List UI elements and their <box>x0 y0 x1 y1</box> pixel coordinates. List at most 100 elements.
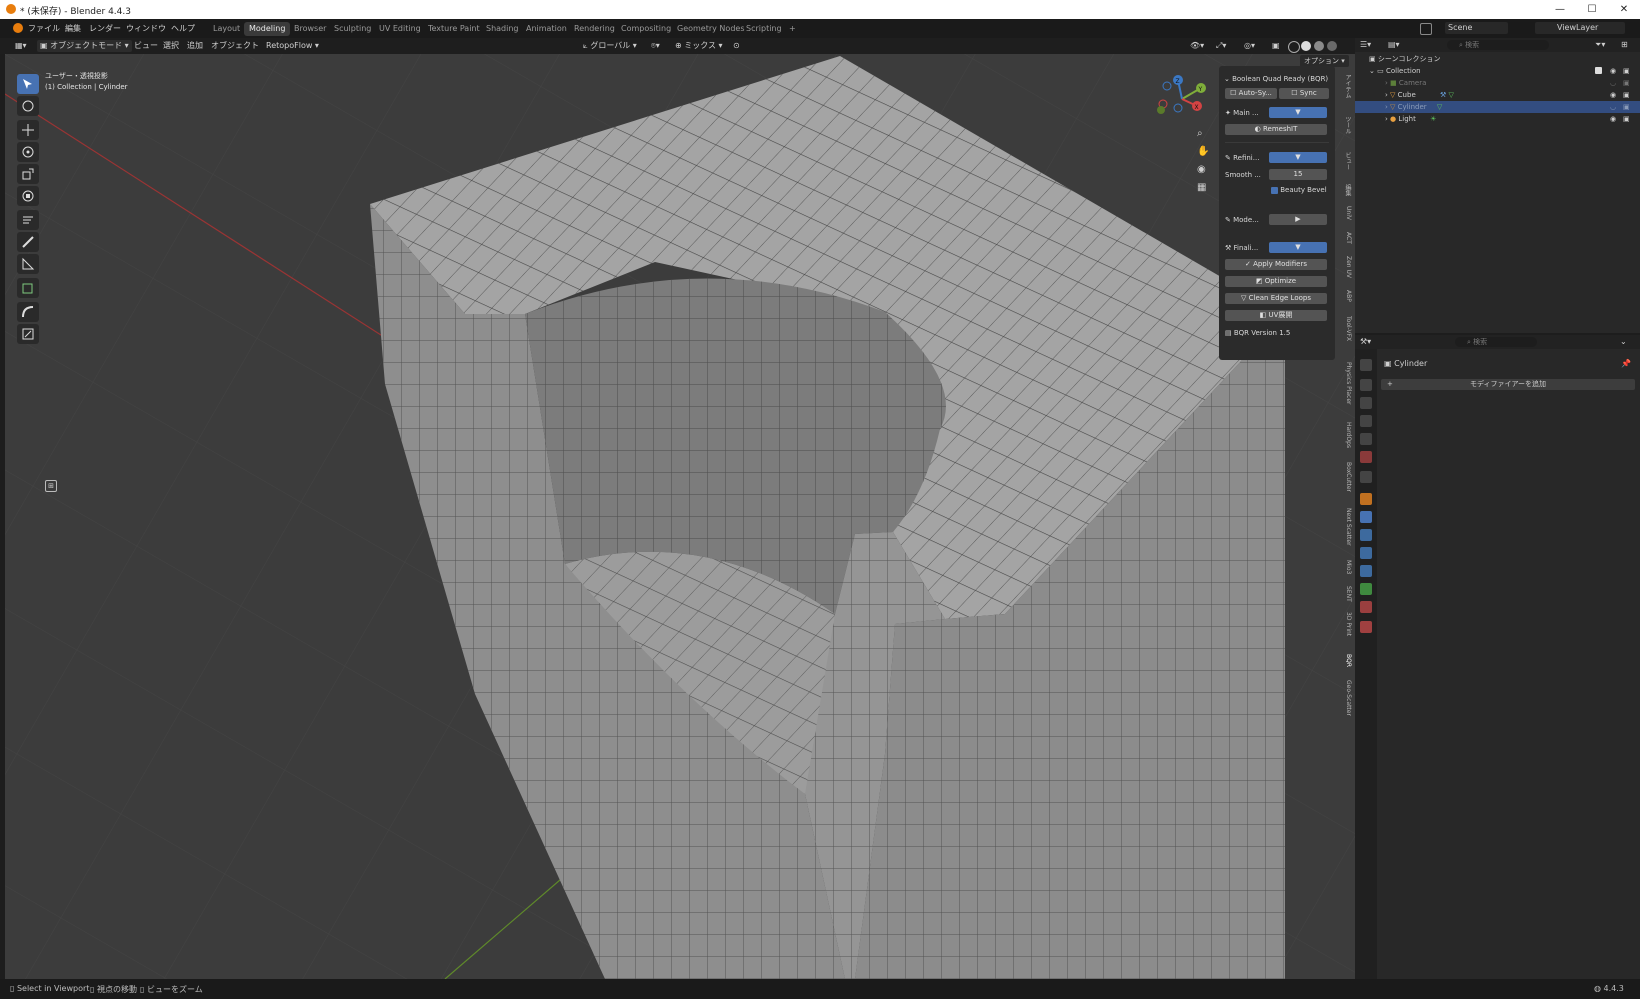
filter-icon[interactable]: ⏷▾ <box>1595 40 1605 50</box>
properties-search-input[interactable]: ⌕ 検索 <box>1455 337 1537 347</box>
outliner-item-camera[interactable]: › ■ Camera ◡ ▣ <box>1355 77 1640 89</box>
expand-arrow-icon[interactable]: › <box>1385 79 1388 87</box>
wireframe-shading-icon[interactable] <box>1288 41 1300 53</box>
annotate-tool[interactable] <box>17 210 39 230</box>
auto-sync-toggle[interactable]: ☐ Auto-Sy... <box>1225 88 1277 99</box>
menu-view[interactable]: ビュー <box>131 40 161 52</box>
outliner-item-cylinder[interactable]: › ▽ Cylinder ▽ ◡ ▣ <box>1355 101 1640 113</box>
retopoflow-menu[interactable]: RetopoFlow ▾ <box>263 40 322 52</box>
render-shading-icon[interactable] <box>1327 41 1337 51</box>
sidetab-tool-vfx[interactable]: Tool-VFX <box>1337 316 1352 341</box>
editor-type-icon[interactable]: ▦▾ <box>12 40 30 52</box>
sidetab-mio3[interactable]: Mio3 <box>1337 560 1352 574</box>
tab-uv-editing[interactable]: UV Editing <box>374 22 426 36</box>
cursor-tool[interactable] <box>17 96 39 116</box>
finalize-section-expand[interactable]: ▼ <box>1269 242 1327 253</box>
sidetab-view[interactable]: ビュー <box>1337 152 1352 170</box>
sidetab-zen-uv[interactable]: Zen UV <box>1337 256 1352 278</box>
measure-pen-tool[interactable] <box>17 232 39 252</box>
cylinder-hidden-icon[interactable]: ◡ <box>1610 101 1616 113</box>
physics-tab-icon[interactable] <box>1360 547 1372 559</box>
maximize-button[interactable]: ☐ <box>1577 2 1607 17</box>
camera-view-icon[interactable]: ◉ <box>1197 164 1206 175</box>
new-collection-icon[interactable]: ⊞ <box>1621 40 1628 49</box>
object-tab-icon[interactable] <box>1360 493 1372 505</box>
pin-icon[interactable]: 📌 <box>1621 359 1631 368</box>
outliner-editor-icon[interactable]: ☰▾ <box>1360 40 1371 49</box>
sidetab-sent[interactable]: SENT <box>1337 586 1352 602</box>
properties-editor-icon[interactable]: ⚒▾ <box>1360 337 1371 346</box>
modifier-tab-icon[interactable] <box>1360 511 1372 523</box>
blender-menu-icon[interactable] <box>13 23 23 33</box>
custom-tool-2[interactable] <box>17 324 39 344</box>
tab-shading[interactable]: Shading <box>481 22 524 36</box>
3d-viewport[interactable]: ユーザー・透視投影 (1) Collection | Cylinder ⊞ Y … <box>5 54 1355 979</box>
tool-tab-icon[interactable] <box>1360 359 1372 371</box>
transform-tool[interactable] <box>17 186 39 206</box>
menu-add[interactable]: 追加 <box>184 40 206 52</box>
expand-arrow-icon[interactable]: › <box>1385 115 1388 123</box>
camera-render-icon[interactable]: ▣ <box>1623 77 1630 89</box>
view-layer-tab-icon[interactable] <box>1360 415 1372 427</box>
close-button[interactable]: ✕ <box>1609 2 1639 17</box>
light-render-icon[interactable]: ▣ <box>1623 113 1630 125</box>
sidetab-3d-print[interactable]: 3D Print <box>1337 612 1352 636</box>
snap-dropdown[interactable]: ⊕ ミックス ▾ <box>672 40 726 52</box>
outliner-item-light[interactable]: › ● Light ☀ ◉ ▣ <box>1355 113 1640 125</box>
scene-collection-row[interactable]: ▣ シーンコレクション <box>1355 53 1640 65</box>
sidetab-tool[interactable]: ツール <box>1337 116 1352 134</box>
tab-animation[interactable]: Animation <box>521 22 572 36</box>
scene-selector[interactable]: Scene <box>1445 22 1508 34</box>
sidetab-act[interactable]: ACT <box>1337 232 1352 244</box>
tab-rendering[interactable]: Rendering <box>569 22 620 36</box>
material-tab-icon[interactable] <box>1360 601 1372 613</box>
expand-arrow-icon[interactable]: › <box>1385 103 1388 111</box>
transform-orientation-dropdown[interactable]: ⟀ グローバル ▾ <box>580 40 640 52</box>
menu-object[interactable]: オブジェクト <box>208 40 262 52</box>
sync-button[interactable]: ☐ Sync <box>1279 88 1329 99</box>
overlay-toggle-icon[interactable]: ◎▾ <box>1241 40 1258 52</box>
menu-help[interactable]: ヘルプ <box>171 23 195 34</box>
collection-tab-icon[interactable] <box>1360 471 1372 483</box>
refine-section-expand[interactable]: ▼ <box>1269 152 1327 163</box>
output-tab-icon[interactable] <box>1360 397 1372 409</box>
xray-toggle-icon[interactable]: ▣ <box>1269 40 1283 52</box>
sidetab-bqr[interactable]: BQR <box>1337 654 1352 667</box>
tab-geometry-nodes[interactable]: Geometry Nodes <box>672 22 749 36</box>
gizmo-toggle-icon[interactable]: ⤢▾ <box>1213 40 1229 52</box>
mode-dropdown[interactable]: ▣ オブジェクトモード ▾ <box>37 40 132 52</box>
remeshit-button[interactable]: ◐ RemeshIT <box>1225 124 1327 135</box>
add-workspace-button[interactable]: + <box>784 22 801 36</box>
scene-tab-icon[interactable] <box>1360 433 1372 445</box>
tab-scripting[interactable]: Scripting <box>741 22 787 36</box>
scale-tool[interactable] <box>17 164 39 184</box>
zoom-icon[interactable]: ⌕ <box>1197 128 1203 139</box>
clean-edge-loops-button[interactable]: ▽ Clean Edge Loops <box>1225 293 1327 304</box>
tab-layout[interactable]: Layout <box>208 22 245 36</box>
tab-compositing[interactable]: Compositing <box>616 22 676 36</box>
collection-eye-icon[interactable]: ◉ <box>1610 65 1616 77</box>
menu-window[interactable]: ウィンドウ <box>126 23 166 34</box>
light-eye-icon[interactable]: ◉ <box>1610 113 1616 125</box>
menu-render[interactable]: レンダー <box>89 23 121 34</box>
constraints-tab-icon[interactable] <box>1360 565 1372 577</box>
particles-tab-icon[interactable] <box>1360 529 1372 541</box>
menu-select[interactable]: 選択 <box>160 40 182 52</box>
pan-hand-icon[interactable]: ✋ <box>1197 146 1209 157</box>
view-layer-selector[interactable]: ViewLayer <box>1535 22 1625 34</box>
tab-browser[interactable]: Browser <box>289 22 331 36</box>
visibility-icon[interactable]: 👁▾ <box>1187 40 1207 52</box>
tab-sculpting[interactable]: Sculpting <box>329 22 376 36</box>
navigation-gizmo[interactable]: Y Z X <box>1157 74 1207 124</box>
optimize-button[interactable]: ◩ Optimize <box>1225 276 1327 287</box>
grid-view-icon[interactable]: ▦ <box>1197 182 1206 193</box>
camera-hidden-icon[interactable]: ◡ <box>1610 77 1616 89</box>
rotate-tool[interactable] <box>17 142 39 162</box>
collection-checkbox[interactable] <box>1595 67 1602 74</box>
outliner-search-input[interactable]: ⌕ 検索 <box>1447 40 1549 50</box>
sidetab-abp[interactable]: ABP <box>1337 290 1352 302</box>
pivot-icon[interactable]: ⌾▾ <box>648 40 663 52</box>
tab-texture-paint[interactable]: Texture Paint <box>423 22 485 36</box>
beauty-bevel-checkbox[interactable]: Beauty Bevel <box>1271 186 1327 194</box>
measure-tool[interactable] <box>17 254 39 274</box>
